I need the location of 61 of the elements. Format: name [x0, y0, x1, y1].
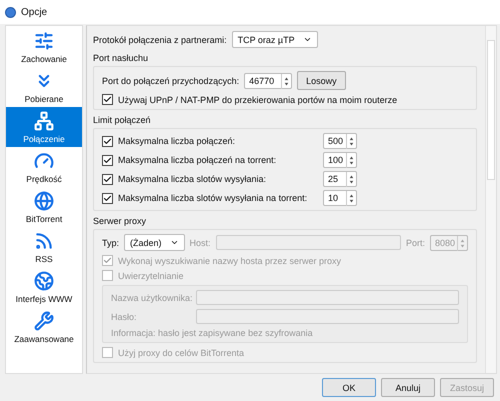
group-title: Limit połączeń: [93, 115, 152, 125]
sidebar-item[interactable]: Interfejs WWW: [6, 267, 82, 307]
type-label: Typ:: [102, 238, 120, 248]
network-icon: [34, 111, 54, 131]
limit-label: Maksymalna liczba slotów wysyłania na torrent:: [118, 193, 308, 203]
sidebar-item[interactable]: Pobierane: [6, 67, 82, 107]
limit-spinbox[interactable]: 500: [323, 133, 357, 149]
limit-label: Maksymalna liczba połączeń na torrent:: [118, 155, 278, 165]
caret-icon: [302, 35, 312, 44]
host-label: Host:: [190, 238, 211, 248]
group-title: Serwer proxy: [93, 216, 148, 226]
scrollbar[interactable]: [485, 26, 496, 373]
sidebar-item[interactable]: Połączenie: [6, 107, 82, 147]
sidebar-item[interactable]: BitTorrent: [6, 187, 82, 227]
sidebar-item[interactable]: Zaawansowane: [6, 307, 82, 347]
limit-label: Maksymalna liczba połączeń:: [118, 136, 236, 146]
app-logo-icon: [5, 6, 16, 18]
port-spinbox[interactable]: 46770: [244, 72, 292, 88]
checkbox[interactable]: [102, 94, 113, 105]
limit-spinbox[interactable]: 100: [323, 152, 357, 168]
sidebar-item[interactable]: Prędkość: [6, 147, 82, 187]
password-field[interactable]: [196, 309, 459, 324]
upnp-label: Używaj UPnP / NAT-PMP do przekierowania portów na moim routerze: [118, 94, 398, 104]
spin-arrows-icon[interactable]: [346, 153, 356, 168]
password-label: Hasło:: [111, 312, 138, 322]
checkbox-label: Uwierzytelnianie: [118, 270, 184, 280]
window-title: Opcje: [21, 6, 48, 18]
proxy-port-label: Port:: [406, 238, 425, 248]
caret-icon: [170, 238, 179, 247]
dialog-button[interactable]: OK: [322, 378, 376, 397]
checkbox[interactable]: [102, 136, 113, 146]
limit-spinbox[interactable]: 10: [323, 190, 357, 206]
proxy-type-dropdown[interactable]: (Żaden): [124, 234, 185, 251]
spin-arrows-icon[interactable]: [346, 172, 356, 187]
rss-icon: [34, 231, 54, 251]
checkbox[interactable]: [102, 174, 113, 184]
host-field[interactable]: [216, 235, 401, 250]
checkbox-label: Wykonaj wyszukiwanie nazwy hosta przez serwer proxy: [118, 256, 342, 266]
info-text: Informacja: hasło jest zapisywane bez szyfrowania: [111, 328, 314, 338]
sidebar-item[interactable]: RSS: [6, 227, 82, 267]
username-field[interactable]: [196, 290, 459, 305]
port-label: Port do połączeń przychodzących:: [102, 76, 240, 86]
checkbox[interactable]: [102, 192, 113, 204]
group-title: Port nasłuchu: [93, 53, 150, 63]
protocol-dropdown[interactable]: TCP oraz µTP: [232, 31, 318, 48]
planet-icon: [34, 271, 54, 291]
sidebar-item[interactable]: Zachowanie: [6, 27, 82, 67]
spin-arrows-icon[interactable]: [346, 191, 356, 206]
checkbox-label: Użyj proxy do celów BitTorrenta: [118, 348, 244, 358]
wrench-icon: [34, 311, 54, 331]
sliders-icon: [34, 31, 54, 51]
spin-arrows-icon[interactable]: [346, 134, 356, 149]
dialog-button[interactable]: Anuluj: [381, 378, 435, 397]
random-button[interactable]: Losowy: [297, 71, 346, 90]
checkbox[interactable]: [102, 154, 113, 166]
gauge-icon: [34, 151, 54, 171]
limit-label: Maksymalna liczba slotów wysyłania:: [118, 174, 268, 184]
username-label: Nazwa użytkownika:: [111, 292, 191, 302]
limit-spinbox[interactable]: 25: [323, 171, 357, 187]
globe-icon: [34, 191, 54, 211]
protocol-label: Protokół połączenia z partnerami:: [93, 34, 227, 44]
